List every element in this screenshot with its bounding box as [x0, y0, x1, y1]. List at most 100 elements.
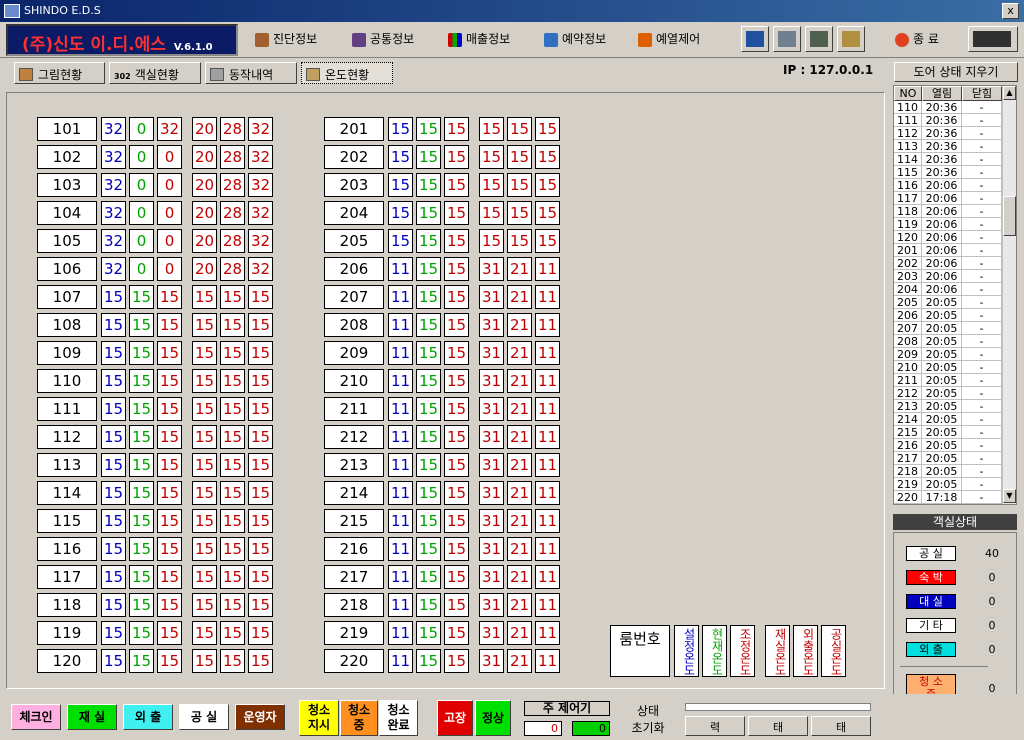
door-log-row[interactable]: 215 20:05-: [894, 426, 1002, 439]
door-log-row[interactable]: 206 20:05-: [894, 309, 1002, 322]
normal-button[interactable]: 정상: [475, 700, 511, 736]
room-number[interactable]: 216: [324, 537, 384, 561]
calculator-button[interactable]: [773, 26, 801, 52]
door-log-row[interactable]: 118 20:06-: [894, 205, 1002, 218]
room-number[interactable]: 108: [37, 313, 97, 337]
menu-common[interactable]: 공통정보: [352, 30, 414, 48]
clean-order-button[interactable]: 청소 지시: [299, 700, 339, 736]
door-log-row[interactable]: 211 20:05-: [894, 374, 1002, 387]
tab-room-status[interactable]: 302 객실현황: [109, 62, 201, 84]
menu-reservation[interactable]: 예약정보: [544, 30, 606, 48]
door-log-row[interactable]: 217 20:05-: [894, 452, 1002, 465]
room-number[interactable]: 120: [37, 649, 97, 673]
door-log-row[interactable]: 204 20:06-: [894, 283, 1002, 296]
room-number[interactable]: 208: [324, 313, 384, 337]
door-log-row[interactable]: 117 20:06-: [894, 192, 1002, 205]
door-log-row[interactable]: 218 20:05-: [894, 465, 1002, 478]
door-log-row[interactable]: 220 17:18-: [894, 491, 1002, 504]
room-number[interactable]: 109: [37, 341, 97, 365]
room-number[interactable]: 215: [324, 509, 384, 533]
door-log-row[interactable]: 116 20:06-: [894, 179, 1002, 192]
status-button-1[interactable]: 력: [685, 716, 745, 736]
tab-temperature-status[interactable]: 온도현황: [301, 62, 393, 84]
room-number[interactable]: 117: [37, 565, 97, 589]
door-log-scrollbar[interactable]: ▲ ▼: [1002, 86, 1016, 504]
door-log-row[interactable]: 212 20:05-: [894, 387, 1002, 400]
room-number[interactable]: 201: [324, 117, 384, 141]
room-number[interactable]: 209: [324, 341, 384, 365]
door-log-row[interactable]: 205 20:05-: [894, 296, 1002, 309]
tool-button[interactable]: [837, 26, 865, 52]
car-button[interactable]: [741, 26, 769, 52]
room-number[interactable]: 211: [324, 397, 384, 421]
room-number[interactable]: 119: [37, 621, 97, 645]
room-number[interactable]: 207: [324, 285, 384, 309]
room-number[interactable]: 204: [324, 201, 384, 225]
scroll-thumb[interactable]: [1003, 196, 1016, 236]
checkin-button[interactable]: 체크인: [11, 704, 61, 730]
door-log-row[interactable]: 119 20:06-: [894, 218, 1002, 231]
room-number[interactable]: 205: [324, 229, 384, 253]
room-number[interactable]: 214: [324, 481, 384, 505]
door-log-row[interactable]: 114 20:36-: [894, 153, 1002, 166]
room-number[interactable]: 219: [324, 621, 384, 645]
door-log-row[interactable]: 120 20:06-: [894, 231, 1002, 244]
menu-diagnosis[interactable]: 진단정보: [255, 30, 317, 48]
close-button[interactable]: x: [1002, 3, 1019, 19]
door-log-row[interactable]: 111 20:36-: [894, 114, 1002, 127]
tab-operation-log[interactable]: 동작내역: [205, 62, 297, 84]
door-log-row[interactable]: 203 20:06-: [894, 270, 1002, 283]
scroll-down-icon[interactable]: ▼: [1003, 489, 1016, 503]
settings-button[interactable]: [968, 26, 1018, 52]
door-log-row[interactable]: 113 20:36-: [894, 140, 1002, 153]
status-button-2[interactable]: 태: [748, 716, 808, 736]
door-log-row[interactable]: 202 20:06-: [894, 257, 1002, 270]
room-number[interactable]: 105: [37, 229, 97, 253]
room-number[interactable]: 213: [324, 453, 384, 477]
status-button-3[interactable]: 태: [811, 716, 871, 736]
door-log-row[interactable]: 216 20:05-: [894, 439, 1002, 452]
room-number[interactable]: 212: [324, 425, 384, 449]
door-log-row[interactable]: 112 20:36-: [894, 127, 1002, 140]
door-log-row[interactable]: 207 20:05-: [894, 322, 1002, 335]
room-number[interactable]: 106: [37, 257, 97, 281]
door-log-row[interactable]: 213 20:05-: [894, 400, 1002, 413]
door-log-row[interactable]: 201 20:06-: [894, 244, 1002, 257]
room-number[interactable]: 101: [37, 117, 97, 141]
operator-button[interactable]: 운영자: [235, 704, 285, 730]
room-number[interactable]: 115: [37, 509, 97, 533]
exit-door-button[interactable]: [805, 26, 833, 52]
room-number[interactable]: 220: [324, 649, 384, 673]
door-log-row[interactable]: 209 20:05-: [894, 348, 1002, 361]
room-number[interactable]: 203: [324, 173, 384, 197]
room-number[interactable]: 116: [37, 537, 97, 561]
room-number[interactable]: 111: [37, 397, 97, 421]
clean-done-button[interactable]: 청소 완료: [379, 700, 418, 736]
door-log-row[interactable]: 219 20:05-: [894, 478, 1002, 491]
room-number[interactable]: 202: [324, 145, 384, 169]
room-number[interactable]: 210: [324, 369, 384, 393]
out-button[interactable]: 외 출: [123, 704, 173, 730]
exit-button[interactable]: 종 료: [895, 30, 939, 48]
clear-door-status-button[interactable]: 도어 상태 지우기: [894, 62, 1018, 82]
room-number[interactable]: 103: [37, 173, 97, 197]
tab-picture-status[interactable]: 그림현황: [14, 62, 105, 84]
room-number[interactable]: 110: [37, 369, 97, 393]
door-log-row[interactable]: 110 20:36-: [894, 101, 1002, 114]
door-log-row[interactable]: 115 20:36-: [894, 166, 1002, 179]
stay-button[interactable]: 재 실: [67, 704, 117, 730]
menu-preheat[interactable]: 예열제어: [638, 30, 700, 48]
room-number[interactable]: 112: [37, 425, 97, 449]
door-log-row[interactable]: 210 20:05-: [894, 361, 1002, 374]
room-number[interactable]: 102: [37, 145, 97, 169]
door-log-row[interactable]: 214 20:05-: [894, 413, 1002, 426]
room-number[interactable]: 114: [37, 481, 97, 505]
room-number[interactable]: 107: [37, 285, 97, 309]
room-number[interactable]: 113: [37, 453, 97, 477]
menu-sales[interactable]: 매출정보: [448, 30, 510, 48]
room-number[interactable]: 218: [324, 593, 384, 617]
scroll-up-icon[interactable]: ▲: [1003, 86, 1016, 100]
room-number[interactable]: 206: [324, 257, 384, 281]
room-number[interactable]: 104: [37, 201, 97, 225]
fault-button[interactable]: 고장: [437, 700, 473, 736]
